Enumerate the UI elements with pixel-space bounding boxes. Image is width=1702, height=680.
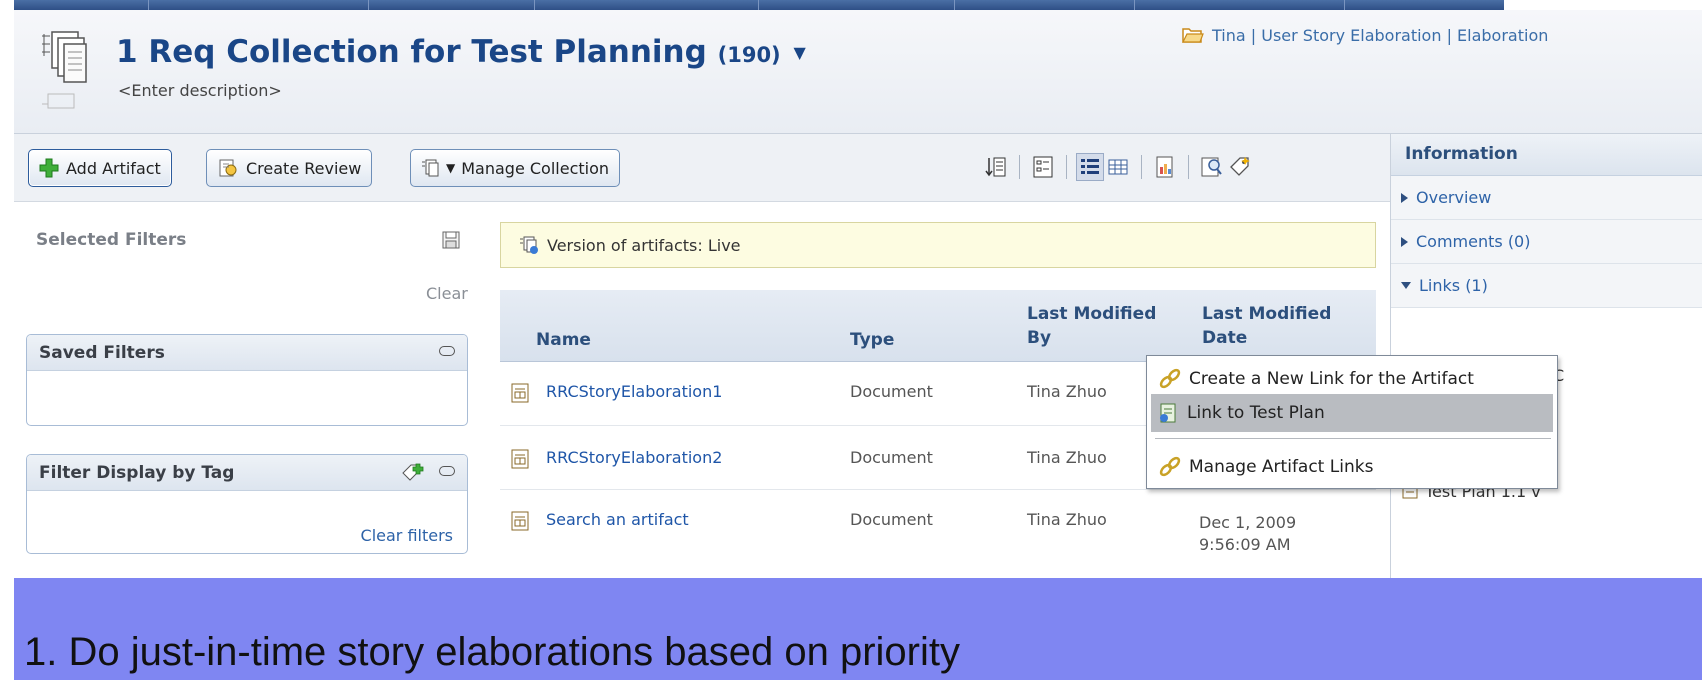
top-nav-strip [0,0,1702,10]
col-modified-by-line2: By [1027,328,1052,348]
menu-item-create-link[interactable]: Create a New Link for the Artifact [1151,360,1553,398]
left-edge [0,10,14,680]
col-name[interactable]: Name [536,328,591,352]
toolbar: Add Artifact Create Review ▼ Manage Colle… [14,134,1390,202]
selected-filters-title: Selected Filters [36,230,187,250]
artifact-name-link[interactable]: RRCStoryElaboration1 [546,382,722,401]
menu-item-manage-links[interactable]: Manage Artifact Links [1151,448,1553,486]
add-artifact-label: Add Artifact [66,158,161,178]
view-tools [982,152,1254,182]
slide-caption-banner: 1. Do just-in-time story elaborations ba… [14,578,1702,680]
clear-filters-link[interactable]: Clear filters [361,526,453,545]
artifact-modified-by: Tina Zhuo [1027,382,1107,401]
add-icon [39,158,59,178]
collapse-icon [1401,282,1411,289]
collection-icon [38,26,90,110]
filter-panel: Selected Filters Clear Saved Filters Fil… [14,202,484,578]
document-icon [510,382,530,408]
caption-text: 1. Do just-in-time story elaborations ba… [24,630,960,674]
expand-icon [1401,236,1408,247]
version-bar: Version of artifacts: Live [500,222,1376,268]
collection-small-icon [422,159,439,177]
project-breadcrumb[interactable]: Tina | User Story Elaboration | Elaborat… [1182,26,1702,45]
artifact-name-link[interactable]: RRCStoryElaboration2 [546,448,722,467]
description-field[interactable]: <Enter description> [118,81,282,100]
links-section[interactable]: Links (1) [1391,264,1702,308]
document-icon [510,510,530,536]
col-modified-date-line1: Last Modified [1202,304,1332,324]
links-label: Links (1) [1419,276,1488,295]
expand-icon [1401,192,1408,203]
overview-label: Overview [1416,188,1492,207]
document-icon [510,448,530,474]
list-view-icon[interactable] [1076,153,1104,181]
create-review-button[interactable]: Create Review [206,149,373,187]
time-line: 9:56:09 AM [1199,535,1291,554]
col-type[interactable]: Type [850,328,894,352]
page-title[interactable]: 1 Req Collection for Test Planning (190)… [116,34,806,70]
table-row[interactable]: Search an artifact Document Tina Zhuo De… [500,490,1376,578]
sort-icon[interactable] [982,153,1010,181]
project-path: Tina | User Story Elaboration | Elaborat… [1212,26,1549,45]
collection-header: 1 Req Collection for Test Planning (190)… [14,10,1702,134]
tag-icon[interactable] [1226,153,1254,181]
add-artifact-button[interactable]: Add Artifact [28,149,172,187]
overview-section[interactable]: Overview [1391,176,1702,220]
chevron-down-icon: ▼ [446,161,456,175]
col-modified-date-line2: Date [1202,328,1248,348]
manage-collection-button[interactable]: ▼ Manage Collection [410,149,621,187]
table-header: Name Type Last Modified By Last Modified… [500,290,1376,362]
chain-link-icon [1159,368,1181,389]
information-title: Information [1391,134,1702,176]
artifact-type: Document [850,510,933,529]
create-review-label: Create Review [246,158,362,178]
col-modified-date[interactable]: Last Modified Date [1202,302,1331,350]
menu-item-label: Create a New Link for the Artifact [1189,369,1474,389]
artifact-name-link[interactable]: Search an artifact [546,510,689,529]
comments-label: Comments (0) [1416,232,1531,251]
link-context-menu: Create a New Link for the Artifact Link … [1146,355,1558,489]
grid-view-icon[interactable] [1104,153,1132,181]
report-icon[interactable] [1151,153,1179,181]
date-line: Dec 1, 2009 [1199,513,1297,532]
collapse-icon[interactable] [439,346,455,356]
chain-link-icon [1159,456,1181,477]
col-modified-by-line1: Last Modified [1027,304,1157,324]
collapse-icon[interactable] [439,466,455,476]
preview-icon[interactable] [1198,153,1226,181]
artifact-type: Document [850,448,933,467]
tag-filter-title: Filter Display by Tag [39,462,235,483]
artifact-type: Document [850,382,933,401]
saved-filters-title: Saved Filters [39,342,165,363]
tag-filter-box: Filter Display by Tag Clear filters [26,454,468,554]
filter-list-icon[interactable] [1029,153,1057,181]
artifact-modified-date: Dec 1, 2009 9:56:09 AM [1199,512,1296,556]
menu-item-label: Link to Test Plan [1187,403,1325,423]
test-plan-link-icon [1160,403,1176,423]
menu-item-label: Manage Artifact Links [1189,457,1374,477]
title-dropdown-icon[interactable]: ▼ [793,43,805,62]
col-modified-by[interactable]: Last Modified By [1027,302,1156,350]
version-icon [520,236,538,254]
review-icon [219,159,237,177]
save-icon[interactable] [441,230,461,250]
version-text: Version of artifacts: Live [547,235,741,255]
artifact-count: (190) [717,43,781,67]
clear-link[interactable]: Clear [426,284,468,303]
artifact-modified-by: Tina Zhuo [1027,448,1107,467]
add-tag-icon[interactable] [401,462,425,489]
artifact-modified-by: Tina Zhuo [1027,510,1107,529]
top-nav-bar [14,0,1504,10]
menu-separator [1155,438,1551,439]
folder-icon [1182,28,1204,43]
manage-collection-label: Manage Collection [461,158,610,178]
collection-title: 1 Req Collection for Test Planning [116,34,707,70]
saved-filters-box: Saved Filters [26,334,468,426]
comments-section[interactable]: Comments (0) [1391,220,1702,264]
menu-item-link-to-test-plan[interactable]: Link to Test Plan [1151,394,1553,432]
